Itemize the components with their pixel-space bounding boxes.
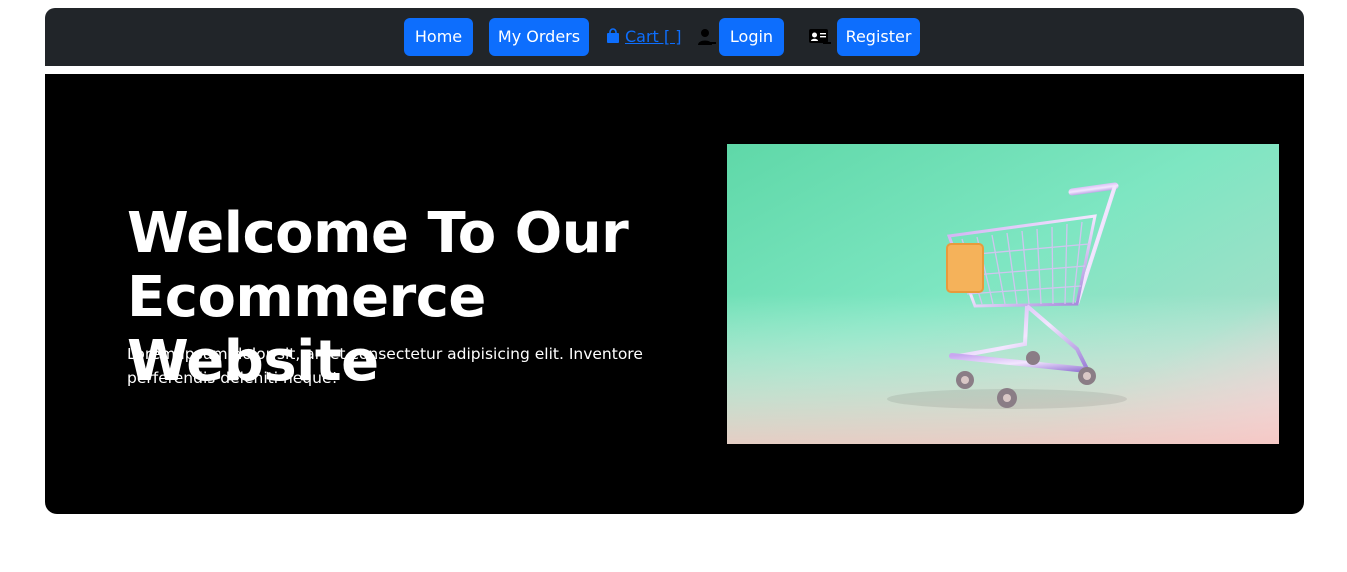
shopping-bag-icon bbox=[607, 28, 619, 43]
register-button[interactable]: Register bbox=[837, 18, 920, 56]
user-icon bbox=[698, 29, 716, 45]
id-card-icon bbox=[809, 29, 831, 44]
login-button[interactable]: Login bbox=[719, 18, 784, 56]
home-button[interactable]: Home bbox=[404, 18, 473, 56]
cart-label: Cart [ ] bbox=[625, 27, 682, 46]
hero-description: Lorem ipsum dolor sit, amet consectetur … bbox=[127, 345, 643, 387]
my-orders-button[interactable]: My Orders bbox=[489, 18, 589, 56]
navbar: Home My Orders Cart [ ] Login Register bbox=[45, 8, 1304, 66]
cart-link[interactable]: Cart [ ] bbox=[605, 27, 681, 47]
hero-section: Welcome To Our Ecommerce Website Lorem i… bbox=[45, 74, 1304, 514]
shopping-cart-image bbox=[727, 144, 1279, 444]
